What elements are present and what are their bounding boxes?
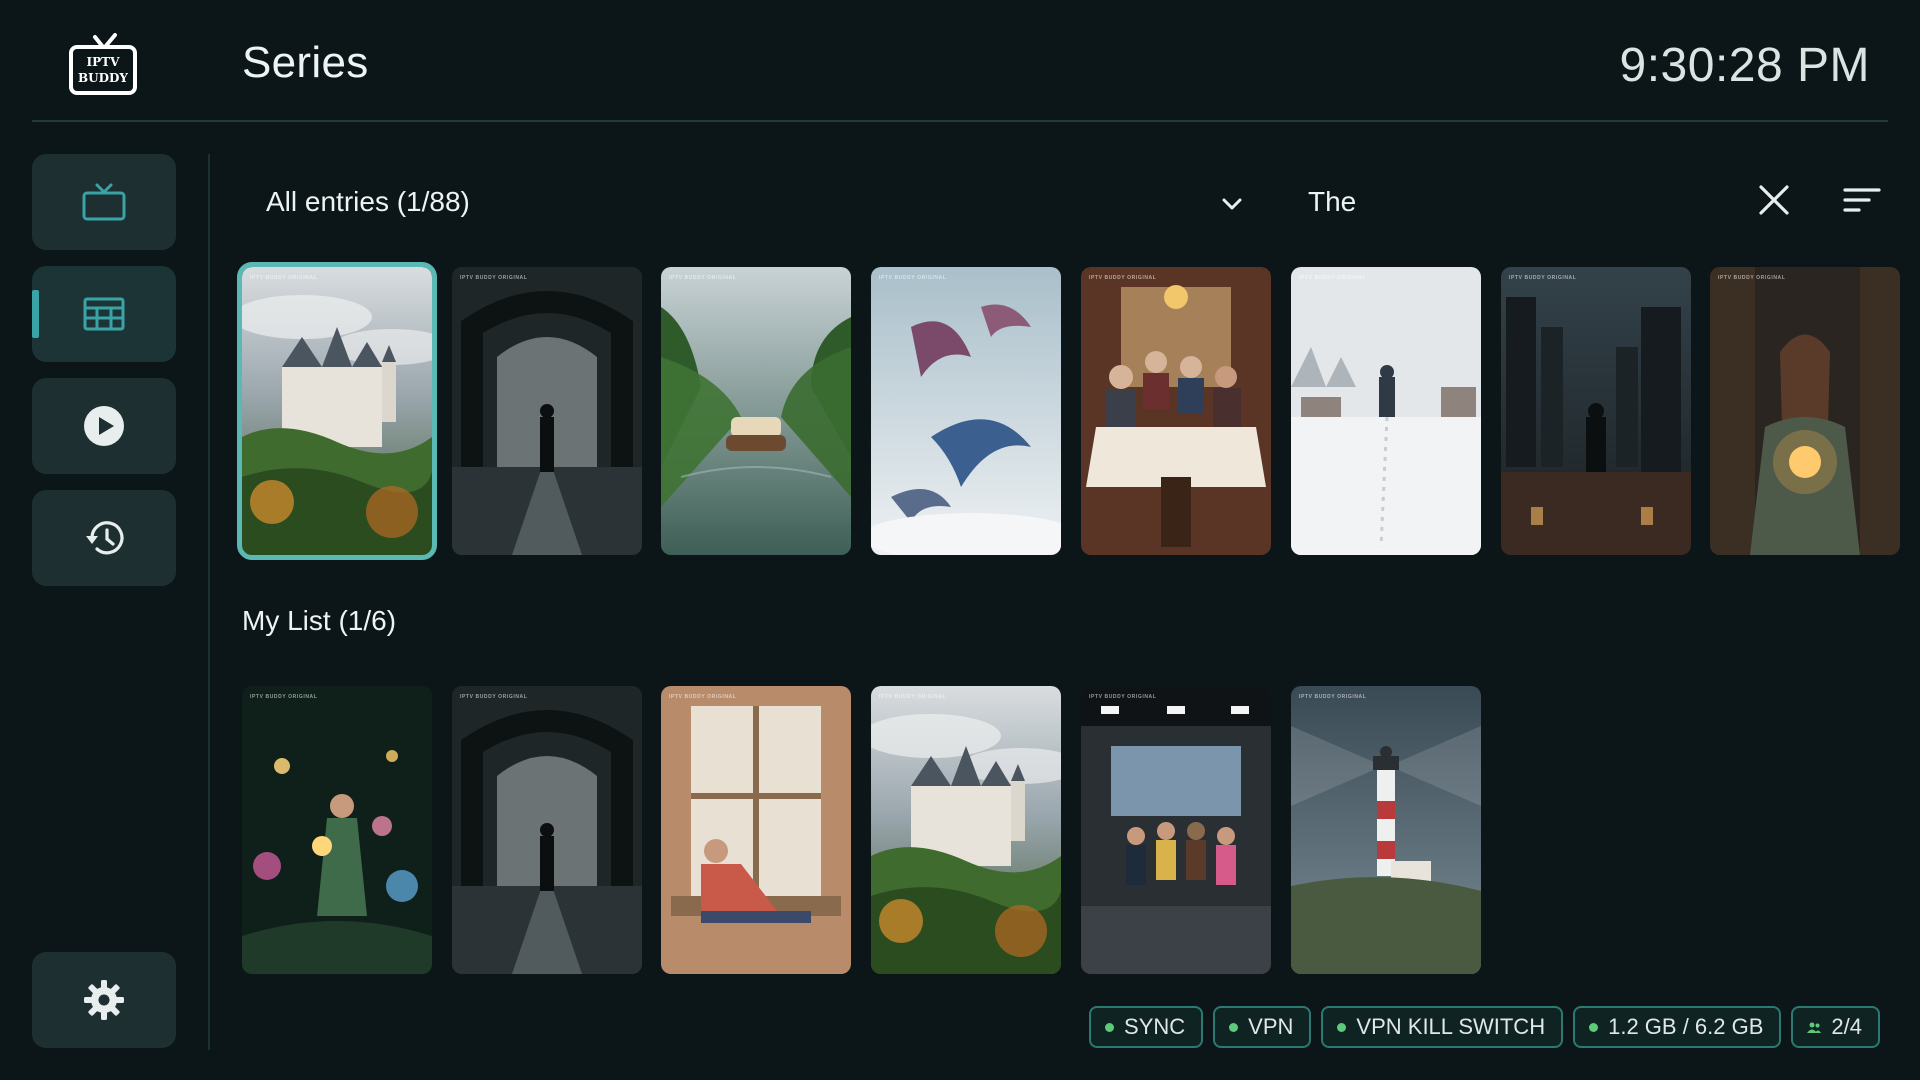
poster-artwork bbox=[452, 686, 642, 974]
poster-tag: IPTV BUDDY ORIGINAL bbox=[1299, 694, 1367, 700]
series-poster-garden[interactable]: IPTV BUDDY ORIGINAL bbox=[242, 686, 432, 974]
series-poster-city[interactable]: IPTV BUDDY ORIGINAL bbox=[1501, 267, 1691, 555]
poster-artwork bbox=[242, 267, 432, 555]
chevron-down-icon[interactable] bbox=[1212, 184, 1252, 224]
poster-artwork bbox=[242, 686, 432, 974]
series-poster-castle[interactable]: IPTV BUDDY ORIGINAL bbox=[871, 686, 1061, 974]
series-poster-window[interactable]: IPTV BUDDY ORIGINAL bbox=[661, 686, 851, 974]
poster-artwork bbox=[871, 686, 1061, 974]
status-bar: SYNC VPN VPN KILL SWITCH 1.2 GB / 6.2 GB… bbox=[1089, 1006, 1880, 1048]
poster-artwork bbox=[661, 686, 851, 974]
poster-artwork bbox=[452, 267, 642, 555]
active-indicator bbox=[32, 290, 39, 338]
poster-tag: IPTV BUDDY ORIGINAL bbox=[250, 275, 318, 281]
app-logo: IPTV BUDDY bbox=[67, 33, 139, 97]
status-dot bbox=[1105, 1022, 1115, 1032]
grid-icon bbox=[83, 297, 125, 331]
sidebar bbox=[0, 122, 210, 1080]
poster-tag: IPTV BUDDY ORIGINAL bbox=[460, 694, 528, 700]
poster-tag: IPTV BUDDY ORIGINAL bbox=[1089, 275, 1157, 281]
sidebar-item-movies[interactable] bbox=[32, 378, 176, 474]
app-root: IPTV BUDDY Series 9:30:28 PM All entries… bbox=[0, 0, 1920, 1080]
vpn-label: VPN bbox=[1248, 1014, 1294, 1039]
sidebar-item-series[interactable] bbox=[32, 266, 176, 362]
poster-tag: IPTV BUDDY ORIGINAL bbox=[250, 694, 318, 700]
my-list-title: My List (1/6) bbox=[242, 605, 397, 636]
series-poster-dinner[interactable]: IPTV BUDDY ORIGINAL bbox=[1081, 267, 1271, 555]
vpn-kill-switch-chip[interactable]: VPN KILL SWITCH bbox=[1321, 1006, 1564, 1048]
storage-chip[interactable]: 1.2 GB / 6.2 GB bbox=[1573, 1006, 1782, 1048]
series-poster-bridge[interactable]: IPTV BUDDY ORIGINAL bbox=[452, 267, 642, 555]
poster-tag: IPTV BUDDY ORIGINAL bbox=[879, 275, 947, 281]
history-icon bbox=[82, 518, 126, 558]
poster-tag: IPTV BUDDY ORIGINAL bbox=[1299, 275, 1367, 281]
poster-artwork bbox=[1081, 686, 1271, 974]
close-icon bbox=[1758, 184, 1790, 221]
series-poster-river[interactable]: IPTV BUDDY ORIGINAL bbox=[661, 267, 851, 555]
series-poster-birds[interactable]: IPTV BUDDY ORIGINAL bbox=[871, 267, 1061, 555]
poster-tag: IPTV BUDDY ORIGINAL bbox=[669, 275, 737, 281]
sidebar-item-history[interactable] bbox=[32, 490, 176, 586]
status-dot bbox=[1589, 1022, 1599, 1032]
series-poster-castle[interactable]: IPTV BUDDY ORIGINAL bbox=[237, 262, 437, 560]
series-poster-bridge[interactable]: IPTV BUDDY ORIGINAL bbox=[452, 686, 642, 974]
series-poster-snow[interactable]: IPTV BUDDY ORIGINAL bbox=[1291, 267, 1481, 555]
sort-icon bbox=[1843, 186, 1881, 219]
sync-status-chip[interactable]: SYNC bbox=[1089, 1006, 1204, 1048]
poster-tag: IPTV BUDDY ORIGINAL bbox=[1089, 694, 1157, 700]
status-dot bbox=[1337, 1022, 1347, 1032]
poster-artwork bbox=[1501, 267, 1691, 555]
poster-artwork bbox=[1081, 267, 1271, 555]
svg-text:IPTV: IPTV bbox=[87, 55, 121, 69]
connections-label: 2/4 bbox=[1831, 1014, 1862, 1039]
tv-icon bbox=[81, 182, 127, 222]
settings-button[interactable] bbox=[32, 952, 176, 1048]
series-poster-lighthouse[interactable]: IPTV BUDDY ORIGINAL bbox=[1291, 686, 1481, 974]
poster-artwork bbox=[1291, 686, 1481, 974]
storage-label: 1.2 GB / 6.2 GB bbox=[1608, 1014, 1764, 1039]
connections-chip[interactable]: 2/4 bbox=[1791, 1006, 1880, 1048]
play-icon bbox=[83, 405, 125, 447]
search-input[interactable]: The bbox=[1308, 186, 1356, 218]
vpn-status-chip[interactable]: VPN bbox=[1213, 1006, 1312, 1048]
poster-tag: IPTV BUDDY ORIGINAL bbox=[879, 694, 947, 700]
poster-artwork bbox=[871, 267, 1061, 555]
svg-text:BUDDY: BUDDY bbox=[78, 71, 128, 85]
gear-icon bbox=[83, 979, 125, 1021]
poster-artwork bbox=[1291, 267, 1481, 555]
poster-tag: IPTV BUDDY ORIGINAL bbox=[1509, 275, 1577, 281]
clock: 9:30:28 PM bbox=[1619, 39, 1870, 92]
poster-tag: IPTV BUDDY ORIGINAL bbox=[669, 694, 737, 700]
clear-search-button[interactable] bbox=[1752, 180, 1796, 224]
poster-tag: IPTV BUDDY ORIGINAL bbox=[460, 275, 528, 281]
series-poster-studio[interactable]: IPTV BUDDY ORIGINAL bbox=[1081, 686, 1271, 974]
category-filter-dropdown[interactable]: All entries (1/88) bbox=[266, 186, 470, 218]
users-icon bbox=[1807, 1014, 1822, 1040]
poster-artwork bbox=[1710, 267, 1900, 555]
series-poster-library[interactable]: IPTV BUDDY ORIGINAL bbox=[1710, 267, 1900, 555]
main-content: All entries (1/88) The IPTV BUDDY ORIGIN… bbox=[210, 122, 1920, 1080]
sidebar-item-live-tv[interactable] bbox=[32, 154, 176, 250]
sort-button[interactable] bbox=[1840, 180, 1884, 224]
status-dot bbox=[1229, 1022, 1239, 1032]
poster-artwork bbox=[661, 267, 851, 555]
header: IPTV BUDDY Series 9:30:28 PM bbox=[0, 0, 1920, 122]
page-title: Series bbox=[242, 38, 369, 87]
sync-label: SYNC bbox=[1124, 1014, 1186, 1039]
poster-tag: IPTV BUDDY ORIGINAL bbox=[1718, 275, 1786, 281]
kill-switch-label: VPN KILL SWITCH bbox=[1356, 1014, 1546, 1039]
